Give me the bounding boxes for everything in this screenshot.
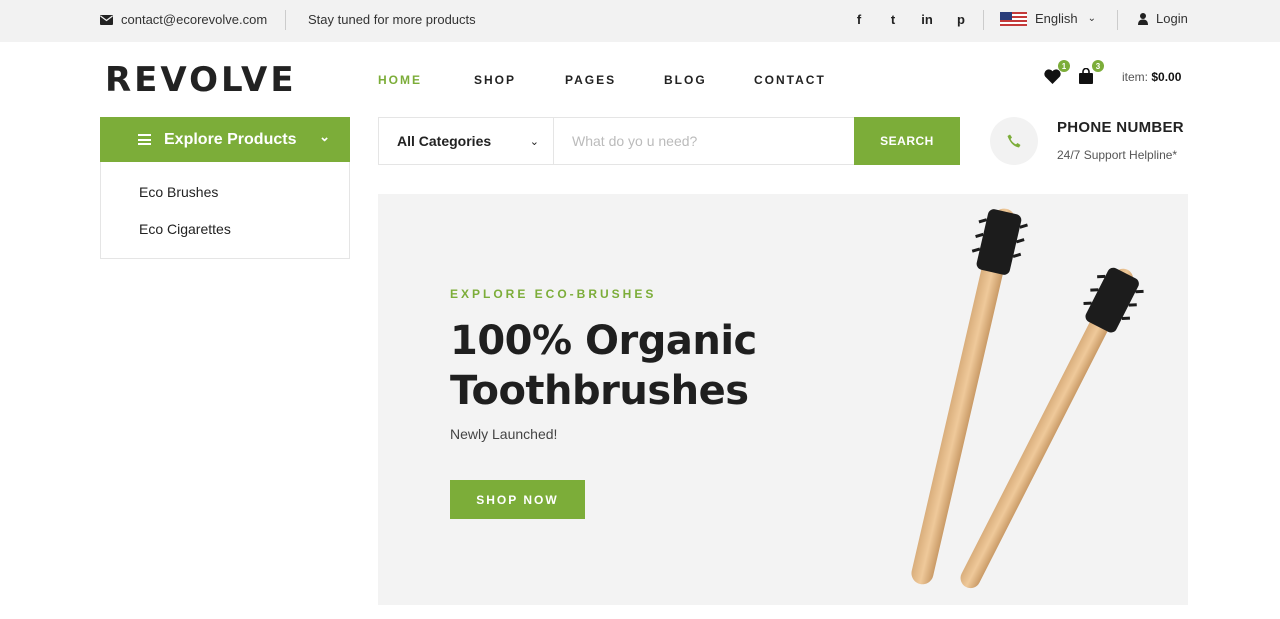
category-select[interactable]: All Categories ⌄ [379,118,554,164]
envelope-icon [100,14,113,25]
divider [1117,10,1118,30]
search-bar: All Categories ⌄ SEARCH [378,117,960,165]
shop-now-button[interactable]: SHOP NOW [450,480,585,519]
facebook-icon[interactable]: f [852,11,866,27]
category-item-eco-cigarettes[interactable]: Eco Cigarettes [139,221,231,237]
login-label: Login [1156,11,1188,26]
social-links: f t in p [852,11,968,27]
explore-products-label: Explore Products [164,130,297,148]
contact-email[interactable]: contact@ecorevolve.com [100,12,267,27]
wishlist-button[interactable]: 1 [1042,60,1070,86]
nav-shop[interactable]: SHOP [474,73,565,87]
pinterest-icon[interactable]: p [954,11,968,27]
menu-icon [138,134,151,145]
explore-products-button[interactable]: Explore Products ⌄ [100,117,350,162]
hero-subtitle: Newly Launched! [450,426,558,442]
hero-banner: EXPLORE ECO-BRUSHES 100% Organic Toothbr… [378,194,1188,605]
nav-contact[interactable]: CONTACT [754,73,826,87]
phone-number-title: PHONE NUMBER [1057,119,1184,136]
top-bar: contact@ecorevolve.com Stay tuned for mo… [0,0,1280,42]
chevron-down-icon: ⌄ [319,129,330,144]
category-select-value: All Categories [397,133,492,149]
search-input[interactable] [554,118,854,164]
hero-title-line-2: Toothbrushes [450,368,749,414]
nav-blog[interactable]: BLOG [664,73,754,87]
category-list: Eco Brushes Eco Cigarettes [100,162,350,259]
divider [285,10,286,30]
hero-eyebrow: EXPLORE ECO-BRUSHES [450,287,657,301]
heart-icon [1043,68,1061,84]
category-item-eco-brushes[interactable]: Eco Brushes [139,184,218,200]
nav-pages[interactable]: PAGES [565,73,664,87]
site-logo[interactable]: REVOLVE [105,60,297,100]
wishlist-count-badge: 1 [1058,60,1070,72]
chevron-down-icon: ⌄ [529,135,539,148]
shopping-bag-icon [1079,68,1093,84]
toothbrushes-image [911,208,1144,589]
cart-count-badge: 3 [1092,60,1104,72]
twitter-icon[interactable]: t [886,11,900,27]
phone-icon [990,117,1038,165]
cart-total[interactable]: item: $0.00 [1122,70,1181,84]
search-button[interactable]: SEARCH [854,117,960,165]
language-label: English [1035,11,1078,26]
language-selector[interactable]: English ⌄ [1000,11,1096,26]
linkedin-icon[interactable]: in [920,11,934,27]
hero-title: 100% Organic Toothbrushes [450,316,757,416]
login-link[interactable]: Login [1138,11,1188,26]
hero-title-line-1: 100% Organic [450,318,757,364]
cart-button[interactable]: 3 [1076,60,1104,86]
us-flag-icon [1000,11,1027,26]
header-icons: 1 3 [1042,60,1104,86]
nav-home[interactable]: HOME [378,73,474,87]
main-nav: HOME SHOP PAGES BLOG CONTACT [378,73,826,87]
cart-total-label: item: [1122,70,1149,84]
chevron-down-icon: ⌄ [1087,13,1097,24]
divider [983,10,984,30]
user-icon [1138,12,1148,25]
topbar-tagline: Stay tuned for more products [308,12,476,27]
support-helpline-text: 24/7 Support Helpline* [1057,148,1178,162]
contact-email-text: contact@ecorevolve.com [121,12,268,27]
cart-total-value: $0.00 [1151,70,1182,84]
